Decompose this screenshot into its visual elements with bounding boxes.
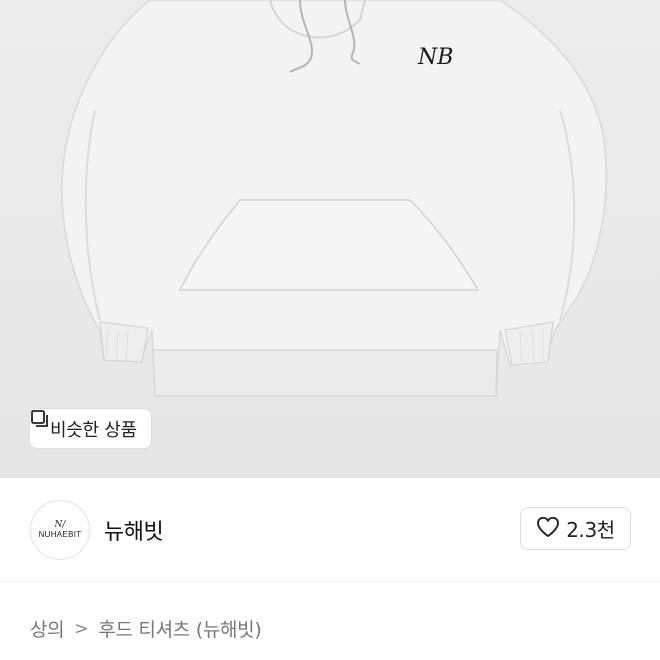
like-count: 2.3천 — [566, 518, 615, 542]
shop-avatar[interactable]: N/ NUHAEBIT — [30, 500, 90, 560]
product-image[interactable]: NB 비슷한 상품 — [0, 0, 660, 478]
breadcrumb-item[interactable]: 후드 티셔츠 (뉴해빗) — [98, 615, 261, 642]
breadcrumb: 상의 > 후드 티셔츠 (뉴해빗) — [30, 615, 262, 642]
breadcrumb-category[interactable]: 상의 — [30, 615, 65, 642]
heart-icon — [536, 516, 560, 542]
similar-products-button[interactable]: 비슷한 상품 — [30, 409, 151, 448]
like-button[interactable]: 2.3천 — [520, 507, 631, 550]
avatar-logo-mark: N/ — [54, 520, 66, 530]
shop-info-row: N/ NUHAEBIT 뉴해빗 2.3천 — [0, 478, 660, 582]
avatar-logo-text: NUHAEBIT — [38, 530, 82, 539]
similar-products-label: 비슷한 상품 — [50, 419, 137, 441]
shop-name[interactable]: 뉴해빗 — [104, 514, 164, 546]
chevron-right-icon: > — [74, 618, 89, 639]
chest-logo: NB — [417, 45, 453, 70]
hoodie-illustration: NB — [61, 0, 607, 397]
